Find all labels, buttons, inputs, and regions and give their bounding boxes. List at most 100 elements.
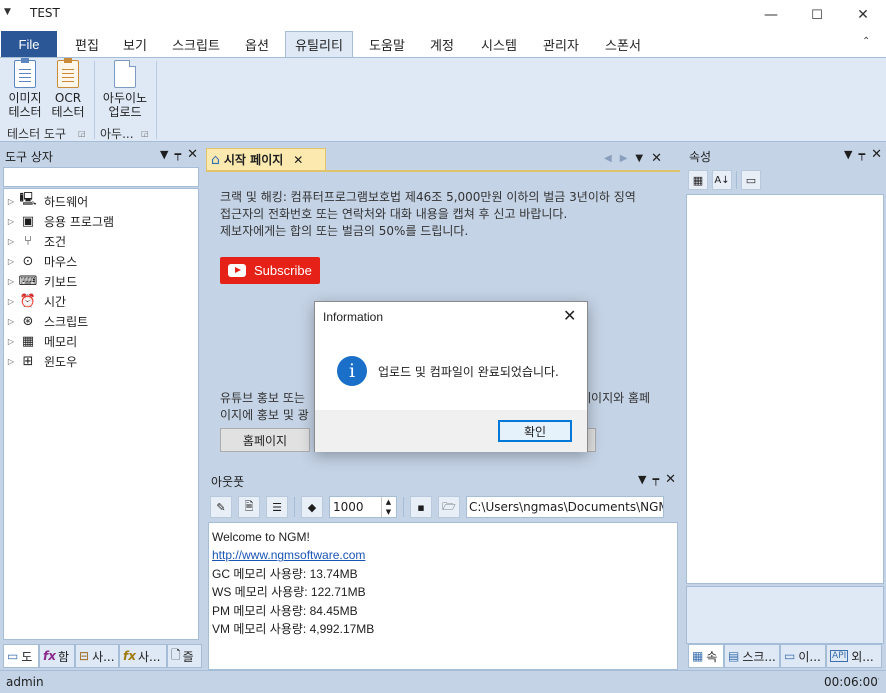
- tab-utility[interactable]: 유틸리티: [285, 31, 353, 57]
- close-icon[interactable]: ✕: [651, 151, 662, 166]
- dropdown-icon[interactable]: ▼: [844, 148, 852, 161]
- save-icon[interactable]: ▪: [410, 496, 432, 518]
- group-label-tester-tools: 테스터 도구: [7, 127, 67, 141]
- tab-sponsor[interactable]: 스폰서: [596, 31, 650, 57]
- user-tab[interactable]: ⊟ 사...: [75, 644, 119, 668]
- collapse-ribbon-icon[interactable]: ⌃: [862, 36, 870, 47]
- script-tab[interactable]: ▤ 스크...: [724, 644, 780, 668]
- property-description: [686, 586, 884, 644]
- clear-brush-icon[interactable]: ✎: [210, 496, 232, 518]
- tab-system[interactable]: 시스템: [472, 31, 526, 57]
- expand-icon[interactable]: ▷: [4, 297, 18, 306]
- tab-edit[interactable]: 편집: [66, 31, 108, 57]
- expand-icon[interactable]: ▷: [4, 277, 18, 286]
- computer-icon: 🖳: [19, 192, 37, 207]
- scroll-right-icon[interactable]: ▶: [620, 153, 628, 164]
- promo-text: 이지에 홍보 및 광: [220, 408, 309, 422]
- stepper-arrows-icon[interactable]: ▲ ▼: [381, 497, 395, 517]
- image-icon: ▭: [784, 649, 796, 663]
- clipboard-icon: [14, 58, 36, 88]
- tab-start-page[interactable]: ⌂ 시작 페이지 ✕: [206, 148, 326, 170]
- keyboard-icon: ⌨: [18, 273, 38, 289]
- tab-script[interactable]: 스크립트: [164, 31, 228, 57]
- expand-icon[interactable]: ▷: [4, 237, 18, 246]
- image-tester-button[interactable]: 이미지 테스터: [4, 58, 46, 119]
- file-tab[interactable]: File: [1, 31, 57, 57]
- dialog-title: Information: [323, 310, 384, 324]
- categorized-icon[interactable]: ▦: [688, 170, 708, 190]
- script-list-icon: ▤: [728, 649, 740, 663]
- dropdown-icon[interactable]: ▼: [635, 153, 643, 164]
- count-stepper[interactable]: 1000 ▲ ▼: [329, 496, 397, 518]
- window-title: TEST: [30, 6, 60, 20]
- tree-item-condition[interactable]: ▷ ⑂ 조건: [4, 231, 198, 251]
- expand-icon[interactable]: ▷: [4, 197, 18, 206]
- tree-item-mouse[interactable]: ▷ ⊙ 마우스: [4, 251, 198, 271]
- tree-item-time[interactable]: ▷ ⏰ 시간: [4, 291, 198, 311]
- close-icon[interactable]: ✕: [871, 147, 882, 162]
- expand-icon[interactable]: ▷: [4, 317, 18, 326]
- homepage-button[interactable]: 홈페이지: [220, 428, 310, 452]
- mouse-icon: ⊙: [22, 253, 34, 269]
- image-tab[interactable]: ▭ 이...: [780, 644, 826, 668]
- close-button[interactable]: ✕: [840, 0, 886, 30]
- functions-tab[interactable]: fx 함: [39, 644, 75, 668]
- tree-item-window[interactable]: ▷ ⊞ 윈도우: [4, 351, 198, 371]
- toolbox-tree: ▷ 🖳 하드웨어 ▷ ▣ 응용 프로그램 ▷ ⑂ 조건 ▷ ⊙ 마우스 ▷ ⌨ 키보드 ▷ ⏰ 시간 ▷…: [3, 188, 199, 640]
- dialog-launcher-icon[interactable]: ◲: [78, 129, 86, 138]
- property-pages-icon[interactable]: ▭: [741, 170, 761, 190]
- expand-icon[interactable]: ▷: [4, 357, 18, 366]
- website-link[interactable]: http://www.ngmsoftware.com: [212, 546, 674, 564]
- tree-item-memory[interactable]: ▷ ▦ 메모리: [4, 331, 198, 351]
- list-icon[interactable]: ☰: [266, 496, 288, 518]
- pin-icon[interactable]: ┯: [858, 148, 865, 161]
- properties-tab[interactable]: ▦ 속: [688, 644, 724, 668]
- expand-icon[interactable]: ▷: [4, 217, 18, 226]
- dialog-close-icon[interactable]: ✕: [563, 306, 576, 325]
- scroll-left-icon[interactable]: ◀: [604, 153, 612, 164]
- properties-panel: 속성 ▼ ┯ ✕ ▦ A↓ ▭: [684, 145, 886, 670]
- ocr-tester-button[interactable]: OCR 테스터: [48, 58, 88, 119]
- favorites-tab[interactable]: 🗋 즐: [167, 644, 202, 668]
- system-menu-icon[interactable]: ▼: [4, 7, 14, 17]
- pin-icon[interactable]: ┯: [174, 148, 181, 161]
- tree-item-keyboard[interactable]: ▷ ⌨ 키보드: [4, 271, 198, 291]
- log-line: VM 메모리 사용량: 4,992.17MB: [212, 622, 375, 637]
- tree-item-hardware[interactable]: ▷ 🖳 하드웨어: [4, 191, 198, 211]
- close-icon[interactable]: ✕: [187, 147, 198, 162]
- subscribe-button[interactable]: Subscribe: [220, 257, 320, 284]
- arduino-upload-button[interactable]: 아두이노 업로드: [99, 60, 151, 119]
- maximize-button[interactable]: ☐: [794, 0, 840, 30]
- sort-az-icon[interactable]: A↓: [712, 170, 732, 190]
- close-icon[interactable]: ✕: [665, 472, 676, 487]
- dialog-launcher-icon[interactable]: ◲: [141, 129, 149, 138]
- external-tab[interactable]: API 외...: [826, 644, 882, 668]
- tab-admin[interactable]: 관리자: [533, 31, 589, 57]
- ok-button[interactable]: 확인: [498, 420, 572, 442]
- close-tab-icon[interactable]: ✕: [293, 153, 303, 167]
- toolbox-tab[interactable]: ▭ 도: [3, 644, 39, 668]
- folder-icon[interactable]: 🗁: [438, 496, 460, 518]
- user-function-tab[interactable]: fx 사...: [119, 644, 167, 668]
- dropdown-icon[interactable]: ▼: [638, 473, 646, 486]
- tree-item-application[interactable]: ▷ ▣ 응용 프로그램: [4, 211, 198, 231]
- promo-text: 유튜브 홍보 또는: [220, 391, 305, 405]
- eraser-icon[interactable]: ◆: [301, 496, 323, 518]
- tab-view[interactable]: 보기: [114, 31, 156, 57]
- document-clock-icon[interactable]: 🗎: [238, 496, 260, 518]
- resize-grip-icon[interactable]: ⋰: [872, 677, 880, 686]
- dropdown-icon[interactable]: ▼: [160, 148, 168, 161]
- properties-toolbar: ▦ A↓ ▭: [688, 170, 761, 190]
- minimize-button[interactable]: —: [748, 0, 794, 30]
- tab-options[interactable]: 옵션: [236, 31, 278, 57]
- ribbon-tabs: File 편집 보기 스크립트 옵션 유틸리티 도움말 계정 시스템 관리자 스…: [0, 30, 886, 57]
- pin-icon[interactable]: ┯: [652, 473, 659, 486]
- tree-item-script[interactable]: ▷ ⊛ 스크립트: [4, 311, 198, 331]
- path-field[interactable]: C:\Users\ngmas\Documents\NGM6\: [466, 496, 664, 518]
- expand-icon[interactable]: ▷: [4, 257, 18, 266]
- tab-help[interactable]: 도움말: [362, 31, 412, 57]
- document-icon: [114, 60, 136, 88]
- toolbox-search-input[interactable]: [3, 167, 199, 187]
- tab-account[interactable]: 계정: [420, 31, 464, 57]
- expand-icon[interactable]: ▷: [4, 337, 18, 346]
